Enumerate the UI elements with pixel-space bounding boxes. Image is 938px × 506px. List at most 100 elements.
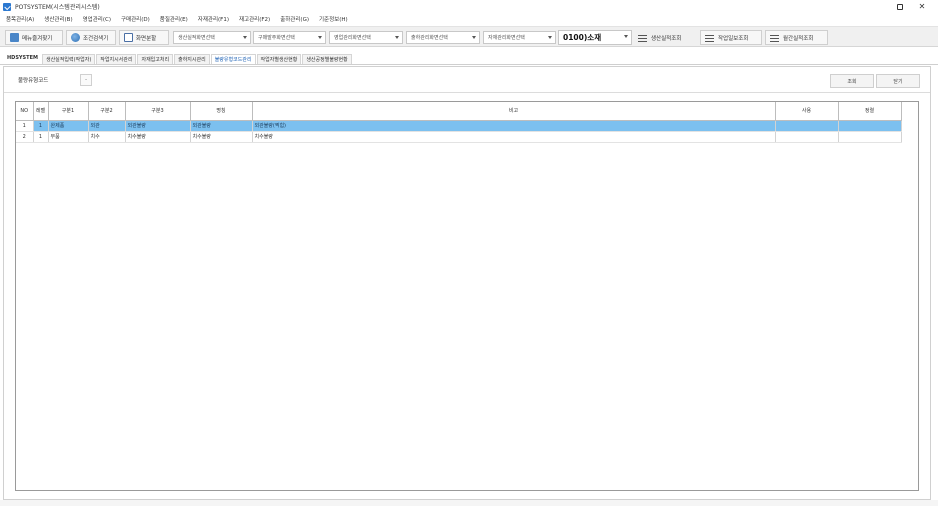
- title-bar: POTSYSTEM(시스템관리시스템) ✕: [0, 0, 938, 13]
- work-report-button[interactable]: 작업일보조회: [700, 30, 762, 45]
- work-report-label: 작업일보조회: [718, 35, 749, 42]
- cell-category2[interactable]: 외관: [88, 120, 126, 132]
- cell-level[interactable]: 1: [33, 131, 49, 143]
- col-header-name[interactable]: 명칭: [190, 102, 253, 121]
- search-button[interactable]: 조회: [830, 74, 874, 88]
- list-icon: [770, 34, 779, 42]
- menu-item-master[interactable]: 기준정보(H): [319, 15, 348, 23]
- row-number: 1: [16, 120, 34, 132]
- close-screen-button[interactable]: 닫기: [876, 74, 920, 88]
- table-header-row: NO 레벨 구분1 구분2 구분3 명칭 비고 사용 정렬: [16, 102, 902, 121]
- sales-screen-value: 영업관리화면선택: [334, 35, 371, 41]
- menu-item-production[interactable]: 생산관리(B): [44, 15, 72, 23]
- restore-icon: [897, 3, 903, 10]
- window-icon: [124, 33, 133, 42]
- favorites-label: 메뉴즐겨찾기: [22, 35, 53, 42]
- tab-home[interactable]: HDSYSTEM: [4, 54, 41, 64]
- cell-sort[interactable]: [838, 131, 902, 143]
- divider: [4, 92, 930, 93]
- filter-select[interactable]: -: [80, 74, 92, 86]
- col-header-remark[interactable]: 비고: [252, 102, 776, 121]
- col-header-category1[interactable]: 구분1: [48, 102, 89, 121]
- material-screen-value: 자재관리화면선택: [488, 35, 525, 41]
- cell-category3[interactable]: 외관불량: [125, 120, 191, 132]
- menu-item-inventory[interactable]: 재고관리(F2): [239, 15, 270, 23]
- cell-use[interactable]: [775, 120, 839, 132]
- data-table: NO 레벨 구분1 구분2 구분3 명칭 비고 사용 정렬 1 1 완제품 외관: [16, 102, 902, 143]
- list-icon: [638, 34, 647, 42]
- status-bar: [0, 500, 938, 506]
- production-result-label: 생산실적조회: [651, 35, 682, 42]
- main-panel: 불량유형코드 - 조회 닫기 NO 레벨 구분1 구분2 구분3 명칭 비고 사…: [3, 66, 931, 500]
- cell-name[interactable]: 외관불량: [190, 120, 253, 132]
- col-header-sort[interactable]: 정렬: [838, 102, 902, 121]
- cell-use[interactable]: [775, 131, 839, 143]
- globe-icon: [71, 33, 80, 42]
- monthly-result-label: 월간실적조회: [783, 35, 814, 42]
- menu-item-items[interactable]: 품목관리(A): [6, 15, 34, 23]
- cell-sort[interactable]: [838, 120, 902, 132]
- table-row[interactable]: 2 1 부품 치수 치수불량 치수불량 치수불량: [16, 131, 902, 143]
- menu-item-quality[interactable]: 품질관리(E): [160, 15, 188, 23]
- cell-remark[interactable]: 외관불량(찍힘): [252, 120, 776, 132]
- production-screen-select[interactable]: 생산실적화면선택: [173, 31, 251, 44]
- condition-search-button[interactable]: 조건검색기: [66, 30, 116, 45]
- split-screen-label: 화면분할: [136, 35, 157, 42]
- material-screen-select[interactable]: 자재관리화면선택: [483, 31, 556, 44]
- app-icon: [3, 2, 11, 11]
- col-header-category2[interactable]: 구분2: [88, 102, 126, 121]
- tab-shipping-order[interactable]: 출하지시관리: [174, 54, 210, 64]
- cell-category3[interactable]: 치수불량: [125, 131, 191, 143]
- cell-level[interactable]: 1: [33, 120, 49, 132]
- chevron-down-icon: [624, 35, 628, 38]
- chevron-down-icon: [318, 36, 322, 39]
- production-result-button[interactable]: 생산실적조회: [638, 30, 681, 45]
- close-button[interactable]: ✕: [912, 0, 932, 13]
- tab-defect-code[interactable]: 불량유형코드관리: [210, 54, 256, 64]
- col-header-no[interactable]: NO: [16, 102, 34, 121]
- cell-name[interactable]: 치수불량: [190, 131, 253, 143]
- tab-worker-production[interactable]: 작업자별생산현황: [256, 54, 302, 64]
- tab-process-defect[interactable]: 생산공정별불량현황: [302, 54, 352, 64]
- defect-code-grid[interactable]: NO 레벨 구분1 구분2 구분3 명칭 비고 사용 정렬 1 1 완제품 외관: [15, 101, 919, 491]
- table-row[interactable]: 1 1 완제품 외관 외관불량 외관불량 외관불량(찍힘): [16, 120, 902, 132]
- favorites-button[interactable]: 메뉴즐겨찾기: [5, 30, 63, 45]
- col-header-use[interactable]: 사용: [775, 102, 839, 121]
- menu-bar: 품목관리(A) 생산관리(B) 영업관리(C) 구매관리(D) 품질관리(E) …: [0, 13, 938, 25]
- tab-material-receipt[interactable]: 자재입고처리: [137, 54, 174, 64]
- menu-item-purchase[interactable]: 구매관리(D): [121, 15, 150, 23]
- shipping-screen-value: 출하관리화면선택: [411, 35, 448, 41]
- cell-category1[interactable]: 완제품: [48, 120, 89, 132]
- close-icon: ✕: [918, 2, 926, 11]
- restore-button[interactable]: [890, 0, 910, 13]
- condition-search-label: 조건검색기: [83, 35, 109, 42]
- split-screen-button[interactable]: 화면분할: [119, 30, 169, 45]
- sales-screen-select[interactable]: 영업관리화면선택: [329, 31, 403, 44]
- plant-code-value: 0100)소재: [563, 33, 602, 42]
- cell-category2[interactable]: 치수: [88, 131, 126, 143]
- menu-item-material[interactable]: 자재관리(F1): [198, 15, 229, 23]
- list-icon: [705, 34, 714, 42]
- menu-item-shipping[interactable]: 출하관리(G): [280, 15, 309, 23]
- filter-label: 불량유형코드: [18, 78, 49, 84]
- tab-work-order[interactable]: 작업지시서관리: [96, 54, 137, 64]
- cell-category1[interactable]: 부품: [48, 131, 89, 143]
- production-screen-value: 생산실적화면선택: [178, 35, 215, 41]
- purchase-screen-select[interactable]: 구매발주화면선택: [253, 31, 326, 44]
- toolbar: 메뉴즐겨찾기 조건검색기 화면분할 생산실적화면선택 구매발주화면선택 영업관리…: [0, 26, 938, 47]
- cell-remark[interactable]: 치수불량: [252, 131, 776, 143]
- shipping-screen-select[interactable]: 출하관리화면선택: [406, 31, 480, 44]
- row-number: 2: [16, 131, 34, 143]
- window-title: POTSYSTEM(시스템관리시스템): [15, 4, 100, 11]
- chevron-down-icon: [548, 36, 552, 39]
- document-tabs: HDSYSTEM 생산실적입력(작업자) 작업지시서관리 자재입고처리 출하지시…: [0, 54, 938, 65]
- menu-item-sales[interactable]: 영업관리(C): [83, 15, 111, 23]
- chevron-down-icon: [472, 36, 476, 39]
- purchase-screen-value: 구매발주화면선택: [258, 35, 295, 41]
- tab-production-input[interactable]: 생산실적입력(작업자): [41, 54, 96, 64]
- monthly-result-button[interactable]: 월간실적조회: [765, 30, 828, 45]
- col-header-level[interactable]: 레벨: [33, 102, 49, 121]
- col-header-category3[interactable]: 구분3: [125, 102, 191, 121]
- chevron-down-icon: [243, 36, 247, 39]
- plant-code-select[interactable]: 0100)소재: [558, 30, 632, 45]
